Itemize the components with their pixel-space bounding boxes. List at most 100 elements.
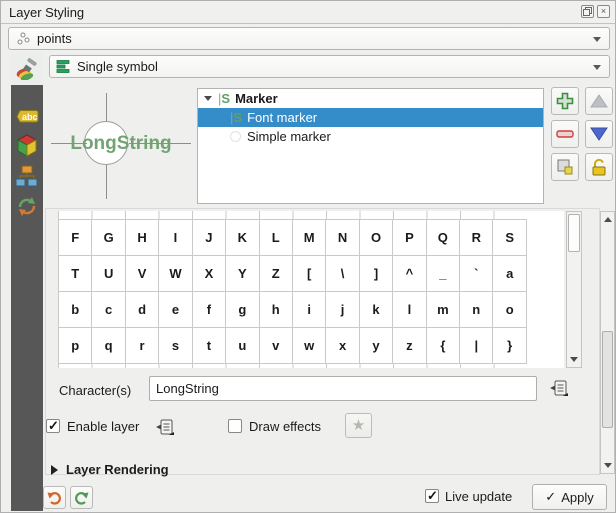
sidebar-item-history[interactable] bbox=[11, 191, 43, 221]
char-cell[interactable]: g bbox=[226, 292, 259, 328]
char-cell[interactable]: H bbox=[126, 220, 159, 256]
char-cell[interactable]: t bbox=[193, 328, 226, 364]
char-cell[interactable]: b bbox=[59, 292, 92, 328]
char-cell[interactable]: q bbox=[92, 328, 125, 364]
char-cell[interactable]: n bbox=[460, 292, 493, 328]
tree-item-font-marker[interactable]: |S Font marker bbox=[198, 108, 543, 127]
move-layer-up-button[interactable] bbox=[585, 87, 613, 115]
char-cell[interactable]: Y bbox=[226, 256, 259, 292]
redo-button[interactable] bbox=[70, 486, 93, 509]
apply-button-label: Apply bbox=[561, 490, 594, 505]
char-cell[interactable]: J bbox=[193, 220, 226, 256]
char-cell[interactable]: ` bbox=[460, 256, 493, 292]
char-cell[interactable]: | bbox=[460, 328, 493, 364]
char-cell[interactable]: l bbox=[393, 292, 426, 328]
scrollbar-thumb[interactable] bbox=[602, 331, 613, 428]
duplicate-layer-button[interactable] bbox=[551, 153, 579, 181]
data-defined-override-button[interactable] bbox=[151, 415, 179, 441]
char-cell[interactable]: s bbox=[159, 328, 192, 364]
customize-effects-button[interactable]: ★ bbox=[345, 413, 372, 438]
char-cell[interactable]: x bbox=[326, 328, 359, 364]
move-layer-down-button[interactable] bbox=[585, 120, 613, 148]
scroll-down-icon[interactable] bbox=[602, 459, 614, 472]
apply-button[interactable]: ✓ Apply bbox=[532, 484, 607, 510]
char-cell[interactable]: W bbox=[159, 256, 192, 292]
char-cell[interactable]: T bbox=[59, 256, 92, 292]
sidebar-item-symbology[interactable] bbox=[11, 53, 43, 85]
char-cell[interactable]: p bbox=[59, 328, 92, 364]
remove-symbol-layer-button[interactable] bbox=[551, 120, 579, 148]
char-cell[interactable]: O bbox=[360, 220, 393, 256]
char-cell[interactable]: L bbox=[260, 220, 293, 256]
char-cell[interactable]: N bbox=[326, 220, 359, 256]
char-cell[interactable]: K bbox=[226, 220, 259, 256]
open-lock-icon bbox=[590, 158, 608, 176]
char-cell[interactable]: k bbox=[360, 292, 393, 328]
draw-effects-checkbox[interactable] bbox=[228, 419, 242, 433]
char-cell[interactable]: j bbox=[326, 292, 359, 328]
char-cell[interactable]: d bbox=[126, 292, 159, 328]
scroll-up-icon[interactable] bbox=[602, 213, 614, 226]
char-cell[interactable]: M bbox=[293, 220, 326, 256]
char-cell[interactable]: e bbox=[159, 292, 192, 328]
layer-rendering-section[interactable]: Layer Rendering bbox=[51, 462, 169, 477]
sidebar-item-3d-view[interactable] bbox=[11, 131, 43, 161]
close-icon[interactable]: × bbox=[597, 5, 610, 18]
char-cell[interactable]: \ bbox=[326, 256, 359, 292]
char-cell[interactable]: u bbox=[226, 328, 259, 364]
char-cell[interactable]: R bbox=[460, 220, 493, 256]
char-cell[interactable]: _ bbox=[427, 256, 460, 292]
live-update-checkbox[interactable] bbox=[425, 489, 439, 503]
char-cell[interactable]: o bbox=[493, 292, 526, 328]
panel-scrollbar[interactable] bbox=[600, 211, 615, 474]
char-cell[interactable]: z bbox=[393, 328, 426, 364]
char-cell[interactable]: F bbox=[59, 220, 92, 256]
sidebar-item-diagrams[interactable] bbox=[11, 161, 43, 191]
add-symbol-layer-button[interactable] bbox=[551, 87, 579, 115]
char-cell[interactable]: r bbox=[126, 328, 159, 364]
tree-item-simple-marker[interactable]: Simple marker bbox=[198, 127, 543, 146]
char-grid-row: FGHIJKLMNOPQRS bbox=[59, 220, 527, 256]
scroll-down-icon[interactable] bbox=[568, 353, 580, 366]
tree-item-marker[interactable]: |S Marker bbox=[198, 89, 543, 108]
char-cell[interactable]: c bbox=[92, 292, 125, 328]
point-layer-icon bbox=[15, 31, 31, 47]
lock-color-button[interactable] bbox=[585, 153, 613, 181]
character-grid-scrollbar[interactable] bbox=[566, 211, 582, 368]
char-cell[interactable]: y bbox=[360, 328, 393, 364]
enable-layer-label: Enable layer bbox=[67, 419, 139, 434]
symbol-type-combo[interactable]: Single symbol bbox=[49, 55, 610, 78]
char-cell[interactable]: G bbox=[92, 220, 125, 256]
char-cell[interactable]: h bbox=[260, 292, 293, 328]
char-cell[interactable]: ] bbox=[360, 256, 393, 292]
char-cell[interactable]: Z bbox=[260, 256, 293, 292]
char-cell[interactable]: a bbox=[493, 256, 526, 292]
char-cell[interactable]: ^ bbox=[393, 256, 426, 292]
data-defined-override-button[interactable] bbox=[545, 376, 573, 402]
enable-layer-checkbox[interactable] bbox=[46, 419, 60, 433]
float-panel-icon[interactable] bbox=[581, 5, 594, 18]
char-cell[interactable]: Q bbox=[427, 220, 460, 256]
char-cell[interactable]: { bbox=[427, 328, 460, 364]
char-cell[interactable]: X bbox=[193, 256, 226, 292]
scrollbar-thumb[interactable] bbox=[568, 214, 580, 252]
draw-effects-label: Draw effects bbox=[249, 419, 321, 434]
char-cell[interactable]: S bbox=[493, 220, 526, 256]
char-cell[interactable]: U bbox=[92, 256, 125, 292]
sidebar-item-labels[interactable]: abc bbox=[11, 101, 43, 131]
char-cell[interactable]: i bbox=[293, 292, 326, 328]
undo-button[interactable] bbox=[43, 486, 66, 509]
char-cell[interactable]: V bbox=[126, 256, 159, 292]
expander-icon[interactable] bbox=[204, 96, 212, 101]
char-cell[interactable]: v bbox=[260, 328, 293, 364]
char-cell[interactable]: I bbox=[159, 220, 192, 256]
characters-input[interactable] bbox=[149, 376, 537, 401]
char-cell[interactable]: f bbox=[193, 292, 226, 328]
char-cell[interactable]: m bbox=[427, 292, 460, 328]
char-cell[interactable]: [ bbox=[293, 256, 326, 292]
char-cell[interactable]: } bbox=[493, 328, 526, 364]
abc-label-icon: abc bbox=[15, 109, 39, 124]
layer-select-combo[interactable]: points bbox=[8, 27, 610, 50]
char-cell[interactable]: w bbox=[293, 328, 326, 364]
char-cell[interactable]: P bbox=[393, 220, 426, 256]
